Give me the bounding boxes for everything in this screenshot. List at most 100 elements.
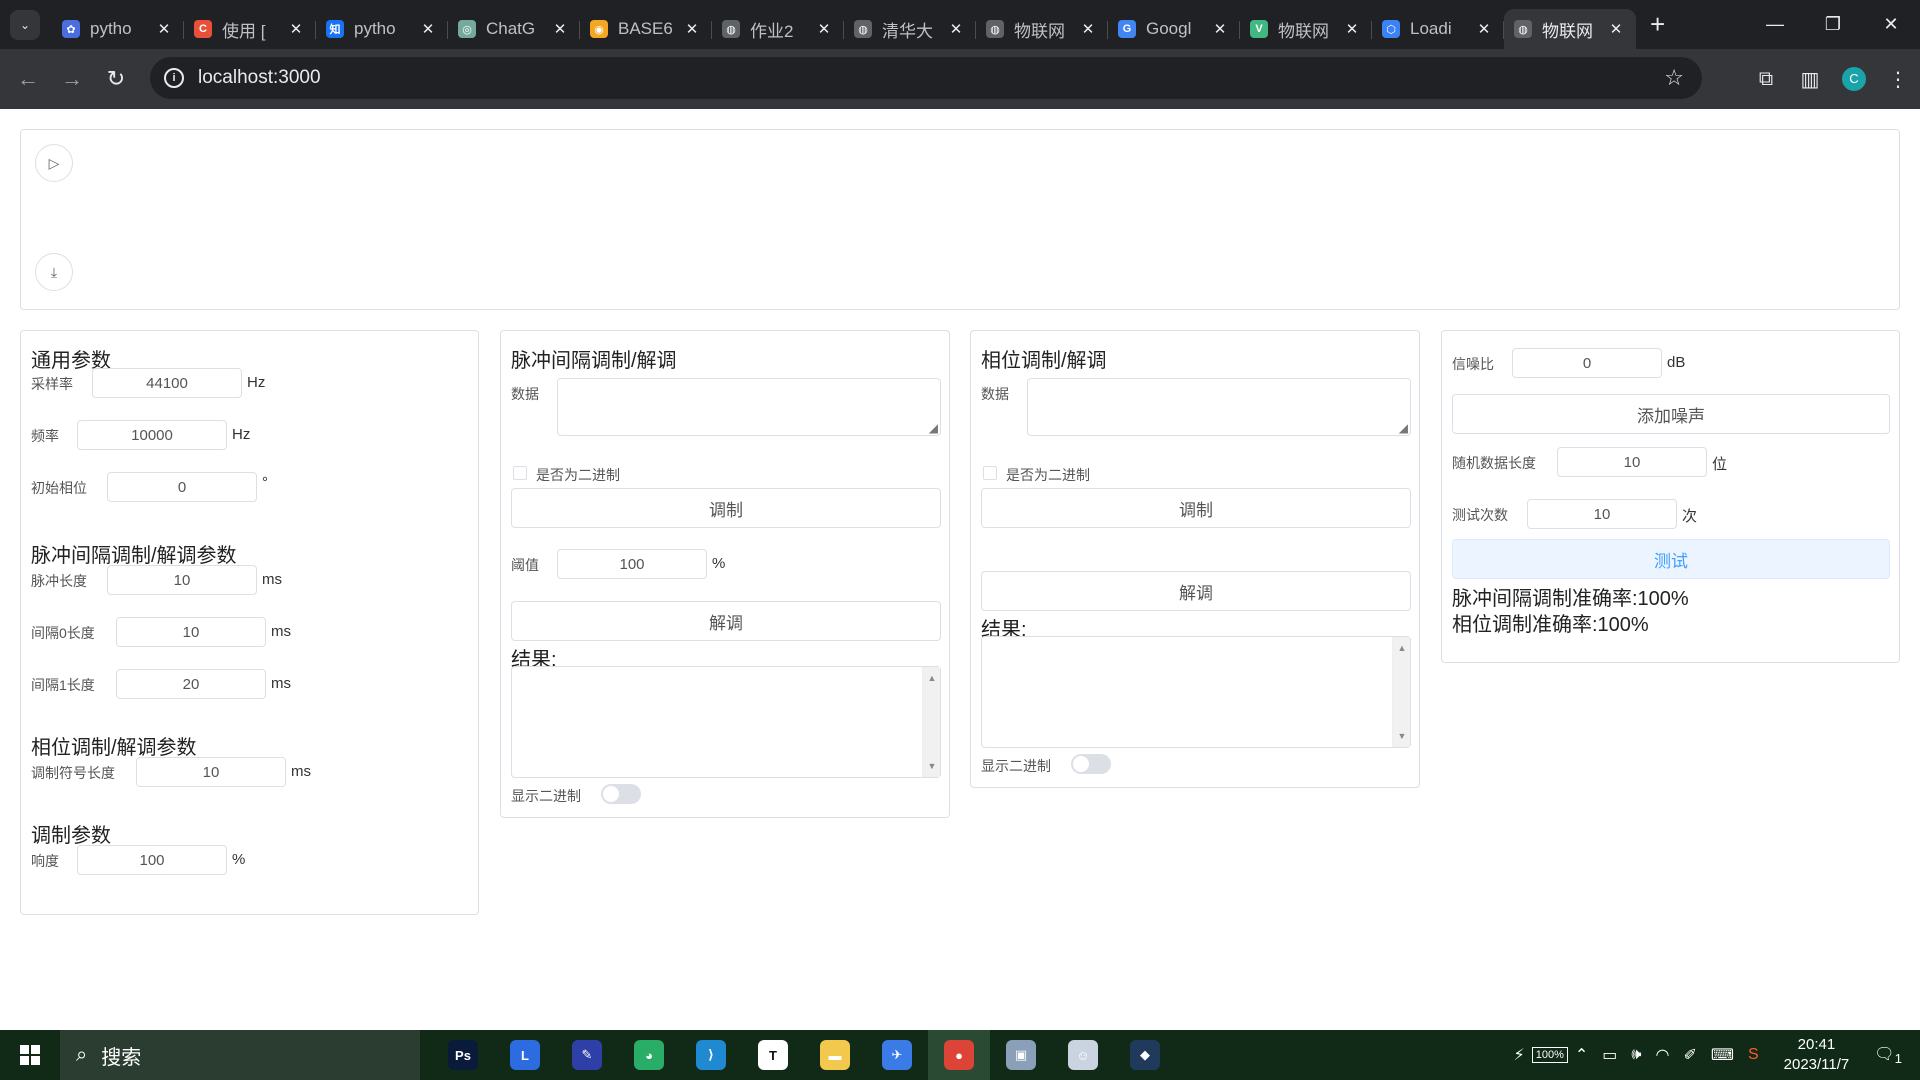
- browser-tab[interactable]: ◎ ChatG ✕: [448, 9, 580, 49]
- browser-tab[interactable]: ◍ 作业2 ✕: [712, 9, 844, 49]
- close-window-icon[interactable]: ✕: [1862, 0, 1920, 49]
- browser-tab[interactable]: 知 pytho ✕: [316, 9, 448, 49]
- tab-search-button[interactable]: ⌄: [10, 9, 40, 40]
- gap0-input[interactable]: 10: [116, 617, 266, 647]
- keyboard-icon[interactable]: ⌨: [1711, 1045, 1734, 1065]
- battery-percent[interactable]: 100%: [1531, 1047, 1568, 1063]
- restore-icon[interactable]: ❐: [1804, 0, 1862, 49]
- battery-icon[interactable]: ▭: [1602, 1045, 1617, 1065]
- browser-tab[interactable]: G Googl ✕: [1108, 9, 1240, 49]
- scroll-up-icon[interactable]: ▲: [923, 673, 941, 683]
- scrollbar[interactable]: ▲ ▼: [922, 667, 940, 777]
- close-tab-icon[interactable]: ✕: [418, 20, 438, 38]
- taskbar-app[interactable]: ⟩: [680, 1030, 742, 1080]
- chevron-up-icon[interactable]: ⌃: [1575, 1045, 1588, 1065]
- taskbar-app[interactable]: ◕: [618, 1030, 680, 1080]
- phase-show-binary-toggle[interactable]: [1071, 754, 1111, 774]
- phase-demodulate-button[interactable]: 解调: [981, 571, 1411, 611]
- browser-tab[interactable]: ✿ pytho ✕: [52, 9, 184, 49]
- scroll-down-icon[interactable]: ▼: [1393, 731, 1411, 741]
- taskbar-app[interactable]: L: [494, 1030, 556, 1080]
- info-icon[interactable]: i: [164, 68, 184, 88]
- pulse-binary-checkbox[interactable]: [513, 466, 527, 480]
- pulse-length-input[interactable]: 10: [107, 565, 257, 595]
- browser-tab[interactable]: V 物联网 ✕: [1240, 9, 1372, 49]
- reload-button[interactable]: ↻: [94, 57, 138, 101]
- loudness-input[interactable]: 100: [77, 845, 227, 875]
- phase-modulate-button[interactable]: 调制: [981, 488, 1411, 528]
- close-tab-icon[interactable]: ✕: [682, 20, 702, 38]
- resize-grip-icon[interactable]: ◢: [929, 421, 938, 435]
- extensions-icon[interactable]: ⧉: [1744, 68, 1788, 91]
- clock[interactable]: 20:41 2023/11/7: [1784, 1035, 1850, 1075]
- pen-tray-icon[interactable]: ✐: [1683, 1045, 1696, 1065]
- add-noise-button[interactable]: 添加噪声: [1452, 394, 1890, 434]
- scroll-up-icon[interactable]: ▲: [1393, 643, 1411, 653]
- browser-tab[interactable]: ◍ 物联网 ✕: [1504, 9, 1636, 49]
- phase-result-textarea[interactable]: ▲ ▼: [981, 636, 1411, 748]
- start-button[interactable]: [0, 1030, 60, 1080]
- download-icon[interactable]: ⤓: [35, 253, 73, 291]
- taskbar-app[interactable]: ✈: [866, 1030, 928, 1080]
- taskbar-app[interactable]: ▣: [990, 1030, 1052, 1080]
- bookmark-star-icon[interactable]: ☆: [1664, 65, 1684, 91]
- phase-data-textarea[interactable]: ◢: [1027, 378, 1411, 436]
- back-button[interactable]: ←: [6, 57, 50, 101]
- browser-tab[interactable]: ◍ 清华大 ✕: [844, 9, 976, 49]
- taskbar-app[interactable]: T: [742, 1030, 804, 1080]
- taskbar-app[interactable]: ✎: [556, 1030, 618, 1080]
- omnibox[interactable]: i localhost:3000 ☆: [150, 57, 1702, 99]
- close-tab-icon[interactable]: ✕: [1606, 20, 1626, 38]
- browser-tab[interactable]: C 使用 [✕: [184, 9, 316, 49]
- phase-binary-checkbox[interactable]: [983, 466, 997, 480]
- freq-input[interactable]: 10000: [77, 420, 227, 450]
- close-tab-icon[interactable]: ✕: [286, 20, 306, 38]
- taskbar-app[interactable]: ▬: [804, 1030, 866, 1080]
- wifi-icon[interactable]: ◠: [1656, 1045, 1670, 1065]
- side-panel-icon[interactable]: ▥: [1788, 67, 1832, 92]
- test-button[interactable]: 测试: [1452, 539, 1890, 579]
- taskbar-search[interactable]: ⌕ 搜索: [60, 1030, 420, 1080]
- pulse-demodulate-button[interactable]: 解调: [511, 601, 941, 641]
- minimize-icon[interactable]: —: [1746, 0, 1804, 49]
- close-tab-icon[interactable]: ✕: [1342, 20, 1362, 38]
- play-icon[interactable]: ▷: [35, 144, 73, 182]
- close-tab-icon[interactable]: ✕: [1474, 20, 1494, 38]
- close-tab-icon[interactable]: ✕: [550, 20, 570, 38]
- browser-tab[interactable]: ◉ BASE6 ✕: [580, 9, 712, 49]
- forward-button[interactable]: →: [50, 57, 94, 101]
- sample-rate-input[interactable]: 44100: [92, 368, 242, 398]
- pulse-result-textarea[interactable]: ▲ ▼: [511, 666, 941, 778]
- close-tab-icon[interactable]: ✕: [1078, 20, 1098, 38]
- close-tab-icon[interactable]: ✕: [946, 20, 966, 38]
- random-length-input[interactable]: 10: [1557, 447, 1707, 477]
- test-count-input[interactable]: 10: [1527, 499, 1677, 529]
- pulse-modulate-button[interactable]: 调制: [511, 488, 941, 528]
- snr-input[interactable]: 0: [1512, 348, 1662, 378]
- pulse-show-binary-toggle[interactable]: [601, 784, 641, 804]
- close-tab-icon[interactable]: ✕: [1210, 20, 1230, 38]
- resize-grip-icon[interactable]: ◢: [1399, 421, 1408, 435]
- sogou-ime-icon[interactable]: S: [1748, 1046, 1759, 1064]
- notification-icon[interactable]: 🗨1: [1874, 1044, 1902, 1066]
- browser-tab[interactable]: ◍ 物联网 ✕: [976, 9, 1108, 49]
- new-tab-button[interactable]: +: [1650, 9, 1665, 40]
- phase-input[interactable]: 0: [107, 472, 257, 502]
- close-tab-icon[interactable]: ✕: [814, 20, 834, 38]
- symbol-length-input[interactable]: 10: [136, 757, 286, 787]
- browser-tab[interactable]: ⬡ Loadi ✕: [1372, 9, 1504, 49]
- scrollbar[interactable]: ▲ ▼: [1392, 637, 1410, 747]
- power-icon[interactable]: ⚡: [1514, 1045, 1525, 1065]
- profile-avatar[interactable]: C: [1842, 67, 1866, 91]
- taskbar-app[interactable]: ●: [928, 1030, 990, 1080]
- volume-icon[interactable]: 🕪: [1631, 1046, 1641, 1064]
- threshold-input[interactable]: 100: [557, 549, 707, 579]
- gap1-input[interactable]: 20: [116, 669, 266, 699]
- menu-icon[interactable]: ⋮: [1876, 67, 1920, 92]
- url-text[interactable]: localhost:3000: [198, 67, 321, 89]
- close-tab-icon[interactable]: ✕: [154, 20, 174, 38]
- taskbar-app[interactable]: ☺: [1052, 1030, 1114, 1080]
- taskbar-app[interactable]: ◆: [1114, 1030, 1176, 1080]
- pulse-data-textarea[interactable]: ◢: [557, 378, 941, 436]
- scroll-down-icon[interactable]: ▼: [923, 761, 941, 771]
